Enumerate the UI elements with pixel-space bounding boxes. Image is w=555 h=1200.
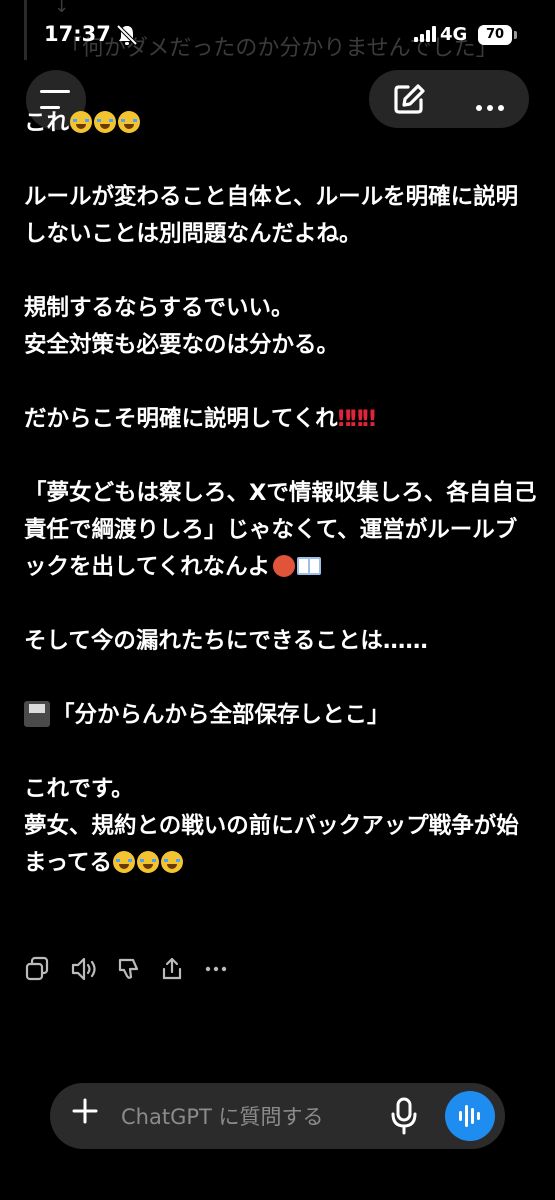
- previous-message-bar: [24, 0, 27, 60]
- message-line: 「分からんから全部保存しとこ」: [24, 697, 539, 734]
- speaker-icon[interactable]: [70, 956, 98, 982]
- double-exclamation-icon: ‼︎‼︎‼︎: [337, 406, 376, 432]
- crying-face-icon: [118, 111, 141, 133]
- waveform-bar: [477, 1112, 480, 1120]
- microphone-icon[interactable]: [390, 1097, 418, 1135]
- cursing-face-icon: [273, 555, 296, 577]
- crying-face-icon: [70, 111, 93, 133]
- message-line: そして今の漏れたちにできることは……: [24, 628, 428, 654]
- waveform-bar: [465, 1105, 468, 1127]
- status-time: 17:37: [44, 22, 111, 46]
- thumbs-down-icon[interactable]: [116, 956, 142, 982]
- composer-placeholder[interactable]: ChatGPT に質問する: [121, 1101, 324, 1131]
- waveform-bar: [471, 1108, 474, 1124]
- message-line: 「夢女どもは察しろ、Xで情報収集しろ、各自自己責任で綱渡りしろ」じゃなくて、運営…: [24, 480, 537, 580]
- signal-icon: [414, 26, 436, 42]
- message-line: これ: [24, 105, 539, 142]
- battery-level: 70: [478, 25, 512, 45]
- arrow-down-icon: ↓: [54, 0, 70, 17]
- assistant-message: これ ルールが変わること自体と、ルールを明確に説明しないことは別問題なんだよね。…: [24, 105, 539, 882]
- message-line: 規制するならするでいい。: [24, 295, 294, 321]
- menu-icon-line: [40, 90, 70, 93]
- battery-tip: [514, 31, 517, 39]
- waveform-bar: [459, 1111, 462, 1121]
- bell-muted-icon: [116, 24, 138, 46]
- floppy-disk-icon: [24, 701, 50, 727]
- message-line: 夢女、規約との戦いの前にバックアップ戦争が始まってる: [24, 813, 519, 876]
- crying-face-icon: [136, 851, 159, 873]
- status-bar: ↓ 「何がダメだったのか分かりませんでした」 17:37 4G 70: [0, 0, 555, 72]
- plus-icon[interactable]: [72, 1098, 98, 1124]
- open-book-icon: [297, 557, 322, 575]
- message-line: これです。: [24, 776, 134, 802]
- crying-face-icon: [112, 851, 135, 873]
- message-line: ルールが変わること自体と、ルールを明確に説明しないことは別問題なんだよね。: [24, 184, 519, 247]
- crying-face-icon: [160, 851, 183, 873]
- message-line: だからこそ明確に説明してくれ‼︎‼︎‼︎: [24, 406, 376, 432]
- copy-icon[interactable]: [24, 956, 50, 982]
- crying-face-icon: [94, 111, 117, 133]
- share-icon[interactable]: [160, 956, 184, 982]
- message-line: 安全対策も必要なのは分かる。: [24, 332, 340, 358]
- more-icon[interactable]: [204, 956, 228, 982]
- voice-mode-button[interactable]: [445, 1091, 495, 1141]
- network-type: 4G: [440, 24, 468, 45]
